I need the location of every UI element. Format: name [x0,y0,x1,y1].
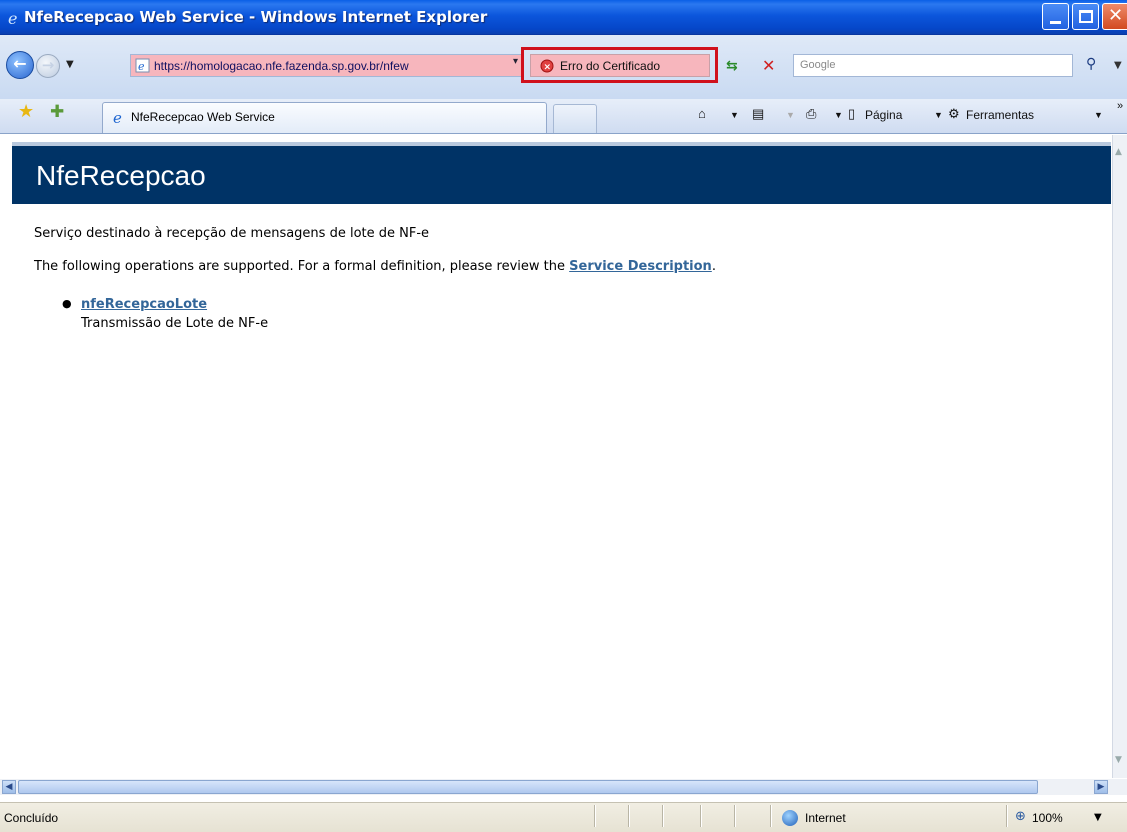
page-margin [0,135,12,778]
window-title-bar[interactable]: e NfeRecepcao Web Service - Windows Inte… [0,0,1127,35]
status-divider [770,805,772,827]
status-divider [662,805,664,827]
horizontal-scroll-thumb[interactable] [18,780,1038,794]
zoom-icon[interactable]: ⊕ [1015,809,1026,824]
vertical-scrollbar[interactable]: ▲ ▼ [1112,135,1127,778]
page-menu-button[interactable]: Página [865,108,902,122]
address-url: https://homologacao.nfe.fazenda.sp.gov.b… [154,59,409,73]
recent-pages-dropdown-icon[interactable]: ▼ [66,59,74,70]
feeds-dropdown-icon[interactable]: ▼ [786,110,795,120]
maximize-button[interactable] [1072,3,1099,30]
home-dropdown-icon[interactable]: ▼ [730,110,739,120]
tools-menu-button[interactable]: Ferramentas [966,108,1034,122]
minimize-icon [1050,21,1061,24]
close-icon: ✕ [1108,5,1124,26]
status-divider [628,805,630,827]
add-favorites-icon[interactable]: ✚ [50,102,64,122]
gear-icon: ⚙ [948,106,960,121]
status-bar [0,802,1127,832]
scroll-left-icon[interactable]: ◀ [2,780,16,794]
page-icon: e [135,58,150,73]
home-icon[interactable]: ⌂ [698,106,706,121]
search-options-dropdown-icon[interactable]: ▼ [1114,60,1122,71]
new-tab-button[interactable] [553,104,597,133]
close-button[interactable]: ✕ [1102,3,1127,30]
search-icon[interactable]: ⚲ [1086,56,1096,72]
operation-link-nferecepcaolote[interactable]: nfeRecepcaoLote [81,297,207,312]
refresh-icon[interactable]: ⇆ [726,58,738,74]
status-text: Concluído [4,811,59,825]
print-dropdown-icon[interactable]: ▼ [834,110,843,120]
certificate-error-highlight [521,47,718,83]
internet-explorer-icon: e [8,9,17,27]
status-divider [734,805,736,827]
tab-label: NfeRecepcao Web Service [131,110,275,124]
svg-text:e: e [113,109,122,125]
operations-intro: The following operations are supported. … [34,259,716,274]
status-divider [700,805,702,827]
maximize-icon [1079,10,1093,23]
window-title: NfeRecepcao Web Service - Windows Intern… [24,8,488,26]
page-menu-icon: ▯ [848,106,856,121]
status-divider [1006,805,1008,827]
back-arrow-icon: ← [13,54,27,73]
search-placeholder: Google [800,59,836,71]
operations-intro-end: . [711,259,716,274]
service-description-text: Serviço destinado à recepção de mensagen… [34,226,430,241]
operations-intro-text: The following operations are supported. … [34,259,566,274]
favorites-star-icon[interactable]: ★ [18,101,34,122]
tools-menu-dropdown-icon[interactable]: ▼ [1094,110,1103,120]
zoom-dropdown-icon[interactable]: ▼ [1094,812,1102,823]
page-title: NfeRecepcao [36,160,206,191]
zoom-level[interactable]: 100% [1032,811,1063,825]
forward-arrow-icon: → [41,56,55,74]
list-bullet-icon: ● [62,297,72,310]
minimize-button[interactable] [1042,3,1069,30]
search-input[interactable]: Google [793,54,1073,77]
forward-button[interactable]: → [36,54,60,78]
scroll-down-icon[interactable]: ▼ [1115,755,1126,769]
internet-explorer-page-icon: e [113,109,122,125]
svg-text:e: e [138,60,145,73]
page-menu-dropdown-icon[interactable]: ▼ [934,110,943,120]
security-zone-label[interactable]: Internet [805,811,846,825]
feeds-icon[interactable]: ▤ [752,106,764,122]
back-button[interactable]: ← [6,51,34,79]
scroll-right-icon[interactable]: ▶ [1094,780,1108,794]
scroll-up-icon[interactable]: ▲ [1115,147,1126,161]
service-description-link[interactable]: Service Description [569,259,712,274]
svg-text:e: e [8,9,17,27]
status-divider [594,805,596,827]
globe-icon [782,810,798,826]
print-icon[interactable]: ⎙ [806,106,816,122]
toolbar-overflow-icon[interactable]: » [1117,100,1123,112]
stop-icon[interactable]: ✕ [762,56,775,75]
address-bar[interactable]: e https://homologacao.nfe.fazenda.sp.gov… [130,54,522,77]
operation-description: Transmissão de Lote de NF-e [81,316,269,331]
